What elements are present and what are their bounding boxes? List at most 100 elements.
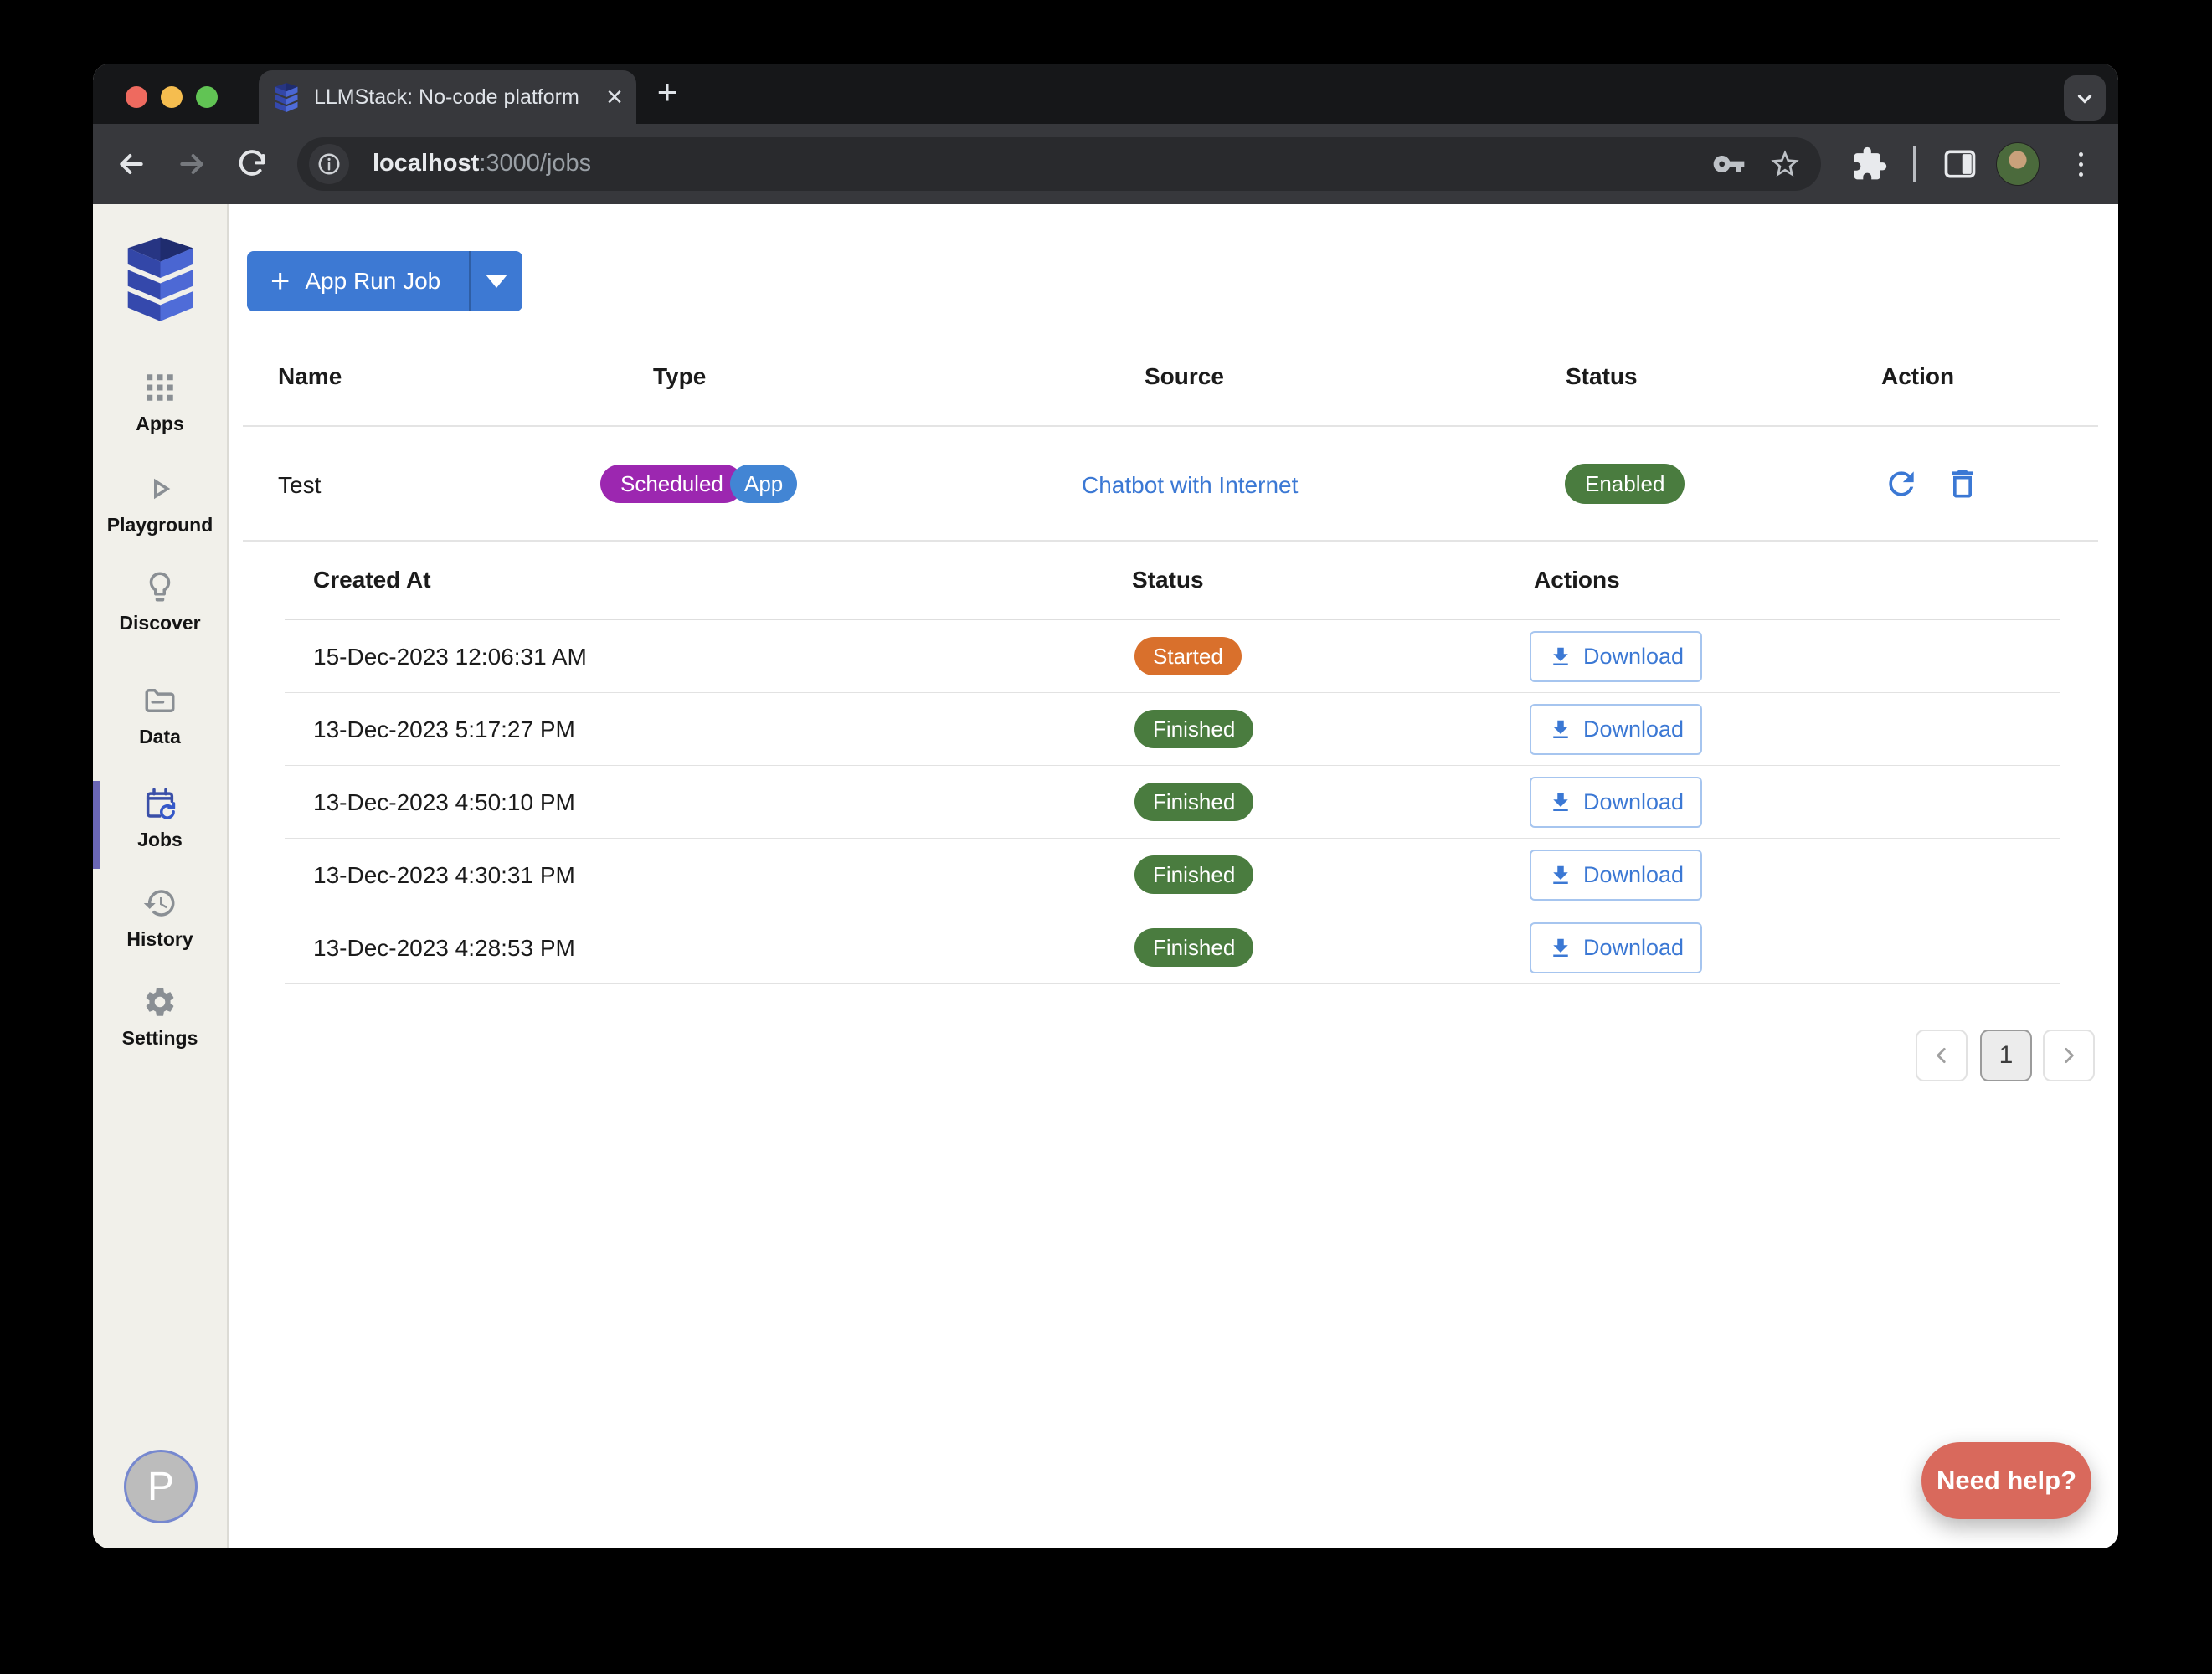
run-created-at: 13-Dec-2023 4:30:31 PM bbox=[313, 862, 575, 889]
download-button[interactable]: Download bbox=[1530, 777, 1702, 828]
profile-avatar[interactable] bbox=[1996, 142, 2040, 186]
sidebar-item-discover[interactable]: Discover bbox=[93, 569, 227, 634]
play-icon bbox=[142, 471, 177, 506]
table-divider bbox=[243, 425, 2098, 427]
pagination-page-1-button[interactable]: 1 bbox=[1980, 1030, 2032, 1081]
pagination-prev-button[interactable] bbox=[1916, 1030, 1968, 1081]
column-header-status: Status bbox=[1566, 363, 1638, 390]
column-header-run-status: Status bbox=[1132, 567, 1204, 593]
run-row: 15-Dec-2023 12:06:31 AM Started Download bbox=[285, 620, 2060, 693]
bookmark-star-icon[interactable] bbox=[1768, 147, 1802, 181]
refresh-icon[interactable] bbox=[1883, 465, 1920, 502]
app-run-job-dropdown-button[interactable] bbox=[471, 251, 522, 311]
apps-grid-icon bbox=[142, 370, 177, 405]
lightbulb-icon bbox=[142, 569, 177, 604]
run-status-badge: Started bbox=[1134, 637, 1242, 675]
app-run-job-split-button: + App Run Job bbox=[247, 251, 522, 311]
chevron-right-icon bbox=[2058, 1045, 2080, 1066]
run-created-at: 13-Dec-2023 5:17:27 PM bbox=[313, 716, 575, 743]
sidebar-item-data[interactable]: Data bbox=[93, 683, 227, 748]
sidebar-item-apps[interactable]: Apps bbox=[93, 370, 227, 435]
sidebar-item-jobs[interactable]: Jobs bbox=[93, 786, 227, 851]
toolbar-divider bbox=[1913, 146, 1916, 182]
column-header-type: Type bbox=[653, 363, 706, 390]
key-icon[interactable] bbox=[1712, 147, 1746, 181]
browser-tab[interactable]: LLMStack: No-code platform × bbox=[259, 70, 636, 124]
run-status-badge: Finished bbox=[1134, 783, 1253, 821]
run-row: 13-Dec-2023 4:30:31 PM Finished Download bbox=[285, 839, 2060, 911]
download-icon bbox=[1548, 790, 1573, 815]
status-badge-enabled: Enabled bbox=[1565, 464, 1685, 504]
app-body: Apps Playground Discover Data bbox=[93, 204, 2118, 1548]
download-button[interactable]: Download bbox=[1530, 631, 1702, 682]
browser-window: LLMStack: No-code platform × + localhost… bbox=[93, 64, 2118, 1548]
sidebar-item-label: Data bbox=[93, 726, 227, 748]
sidebar-item-settings[interactable]: Settings bbox=[93, 984, 227, 1050]
download-icon bbox=[1548, 863, 1573, 888]
chevron-left-icon bbox=[1931, 1045, 1952, 1066]
download-icon bbox=[1548, 717, 1573, 742]
forward-icon[interactable] bbox=[175, 147, 208, 181]
minimize-window-button[interactable] bbox=[161, 86, 183, 108]
gear-icon bbox=[142, 984, 177, 1019]
side-panel-icon[interactable] bbox=[1942, 146, 1978, 182]
download-icon bbox=[1548, 936, 1573, 961]
type-badge-scheduled: Scheduled bbox=[600, 465, 743, 503]
run-status-badge: Finished bbox=[1134, 855, 1253, 894]
sidebar-item-label: Apps bbox=[93, 413, 227, 435]
run-row: 13-Dec-2023 4:50:10 PM Finished Download bbox=[285, 766, 2060, 839]
source-app-link[interactable]: Chatbot with Internet bbox=[1082, 472, 1298, 499]
column-header-created-at: Created At bbox=[313, 567, 431, 593]
column-header-name: Name bbox=[278, 363, 342, 390]
sidebar-item-history[interactable]: History bbox=[93, 886, 227, 951]
app-run-job-button[interactable]: + App Run Job bbox=[247, 251, 469, 311]
calendar-refresh-icon bbox=[142, 786, 177, 821]
close-window-button[interactable] bbox=[126, 86, 147, 108]
site-info-icon[interactable] bbox=[309, 144, 349, 184]
column-header-actions: Actions bbox=[1534, 567, 1620, 593]
user-avatar[interactable]: P bbox=[124, 1450, 198, 1523]
sidebar: Apps Playground Discover Data bbox=[93, 204, 229, 1548]
sidebar-item-label: Discover bbox=[93, 612, 227, 634]
run-created-at: 13-Dec-2023 4:50:10 PM bbox=[313, 789, 575, 816]
llmstack-logo bbox=[120, 234, 201, 321]
new-tab-button[interactable]: + bbox=[649, 75, 686, 112]
run-row: 13-Dec-2023 5:17:27 PM Finished Download bbox=[285, 693, 2060, 766]
need-help-button[interactable]: Need help? bbox=[1921, 1442, 2091, 1519]
download-button[interactable]: Download bbox=[1530, 922, 1702, 973]
sidebar-item-label: Playground bbox=[93, 514, 227, 537]
close-tab-icon[interactable]: × bbox=[606, 85, 623, 110]
folder-icon bbox=[142, 683, 177, 718]
reload-icon[interactable] bbox=[235, 147, 269, 181]
jobs-page: + App Run Job Name Type Source Status Ac… bbox=[229, 204, 2118, 1548]
kebab-menu-icon[interactable] bbox=[2072, 146, 2089, 182]
tab-title: LLMStack: No-code platform bbox=[314, 85, 598, 110]
download-button[interactable]: Download bbox=[1530, 704, 1702, 755]
column-header-action: Action bbox=[1881, 363, 1954, 390]
window-chevron-icon[interactable] bbox=[2064, 75, 2106, 121]
download-icon bbox=[1548, 644, 1573, 670]
pagination-next-button[interactable] bbox=[2043, 1030, 2095, 1081]
download-button[interactable]: Download bbox=[1530, 850, 1702, 901]
type-badge-app: App bbox=[730, 465, 797, 503]
active-nav-indicator bbox=[93, 781, 100, 869]
run-created-at: 13-Dec-2023 4:28:53 PM bbox=[313, 935, 575, 962]
browser-toolbar: localhost:3000/jobs bbox=[93, 124, 2118, 204]
chevron-down-icon bbox=[486, 275, 507, 288]
column-header-source: Source bbox=[1145, 363, 1224, 390]
run-row: 13-Dec-2023 4:28:53 PM Finished Download bbox=[285, 911, 2060, 984]
sidebar-item-label: Settings bbox=[93, 1027, 227, 1050]
sidebar-item-label: Jobs bbox=[93, 829, 227, 851]
extensions-icon[interactable] bbox=[1851, 146, 1888, 182]
browser-titlebar: LLMStack: No-code platform × + bbox=[93, 64, 2118, 124]
run-created-at: 15-Dec-2023 12:06:31 AM bbox=[313, 644, 587, 670]
address-bar[interactable]: localhost:3000/jobs bbox=[297, 137, 1821, 191]
sidebar-item-playground[interactable]: Playground bbox=[93, 471, 227, 537]
url-text: localhost:3000/jobs bbox=[373, 150, 591, 177]
history-clock-icon bbox=[142, 886, 177, 921]
run-status-badge: Finished bbox=[1134, 928, 1253, 967]
fullscreen-window-button[interactable] bbox=[196, 86, 218, 108]
back-icon[interactable] bbox=[115, 147, 148, 181]
delete-icon[interactable] bbox=[1944, 465, 1981, 502]
job-runs-table: Created At Status Actions 15-Dec-2023 12… bbox=[285, 620, 2060, 984]
